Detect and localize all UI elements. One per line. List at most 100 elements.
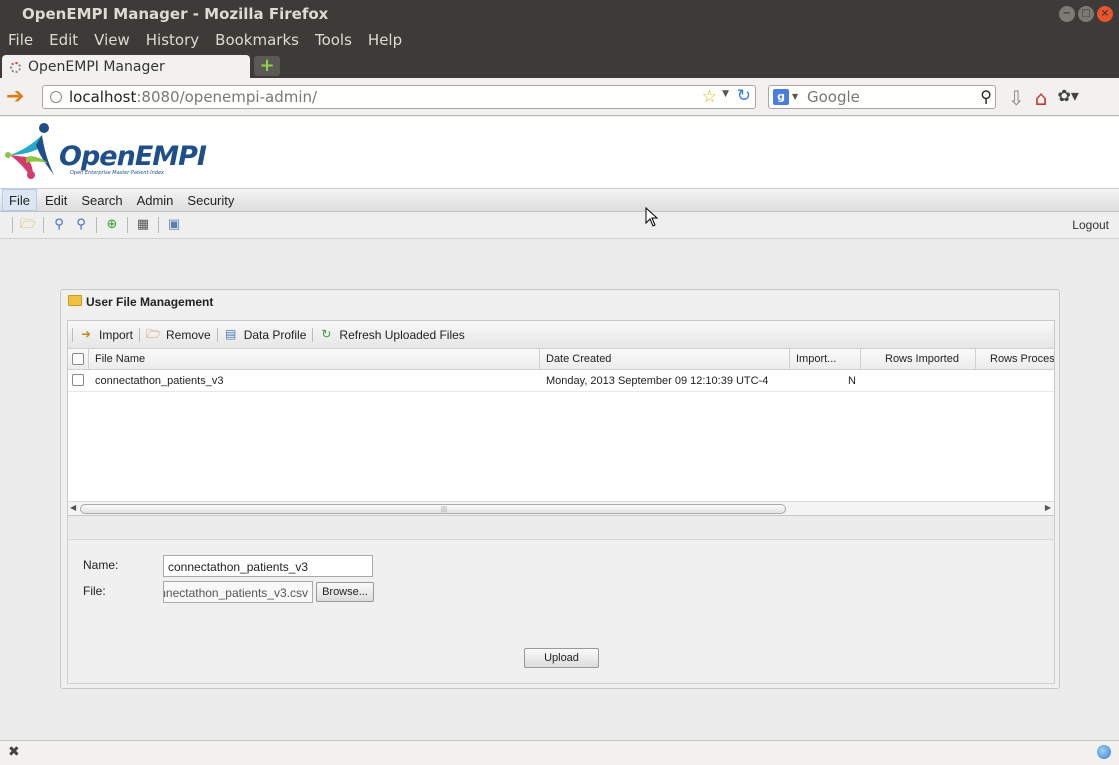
logo-wordmark: OpenEMPI — [59, 141, 207, 172]
folder-open-icon[interactable]: 🗁 — [19, 217, 37, 233]
column-rows-imported[interactable]: Rows Imported — [861, 349, 976, 370]
url-bar[interactable]: localhost:8080/openempi-admin/ ☆ ▼ ↻ — [42, 85, 756, 109]
app-menu-security[interactable]: Security — [181, 189, 240, 211]
refresh-label: Refresh Uploaded Files — [339, 327, 465, 342]
browser-menu-file[interactable]: File — [0, 28, 41, 54]
browser-statusbar: ✖ — [0, 740, 1119, 765]
remove-button[interactable]: 🗁 Remove — [140, 328, 217, 342]
app-menu-search[interactable]: Search — [75, 189, 128, 211]
user-file-management-panel: User File Management ➜ Import 🗁 Remove ▤… — [60, 289, 1060, 689]
browser-menu-help[interactable]: Help — [360, 28, 410, 54]
browser-menu-tools[interactable]: Tools — [307, 28, 360, 54]
scroll-right-icon[interactable]: ▶ — [1045, 503, 1051, 512]
url-path: :8080/openempi-admin/ — [136, 88, 318, 106]
select-all-checkbox[interactable] — [72, 353, 84, 365]
search-bar[interactable]: g ▼ Google ⚲ — [768, 85, 996, 109]
bookmark-star-icon[interactable]: ☆ — [702, 87, 717, 107]
cell-file-name: connectathon_patients_v3 — [95, 375, 224, 387]
browser-menu-history[interactable]: History — [138, 28, 207, 54]
close-statusbar-icon[interactable]: ✖ — [8, 744, 20, 760]
scroll-left-icon[interactable]: ◀ — [70, 503, 76, 512]
file-path-value: connectathon_patients_v3.csv — [164, 586, 308, 600]
table-row[interactable]: connectathon_patients_v3 Monday, 2013 Se… — [68, 370, 1054, 392]
maximize-button[interactable]: □ — [1078, 6, 1094, 22]
scrollbar-grip-icon: ||| — [441, 506, 448, 513]
file-label: File: — [83, 584, 106, 598]
browser-menu-edit[interactable]: Edit — [41, 28, 86, 54]
panel-title: User File Management — [86, 295, 214, 309]
download-icon[interactable]: ⇩ — [1008, 86, 1025, 110]
advanced-search-icon[interactable]: ⚲ — [72, 217, 90, 233]
column-date-created[interactable]: Date Created — [540, 349, 790, 370]
cell-imported: N — [848, 375, 856, 387]
logout-link[interactable]: Logout — [1072, 218, 1109, 232]
browser-menu-view[interactable]: View — [86, 28, 138, 54]
back-arrow-icon[interactable]: ➔ — [6, 86, 24, 108]
engine-dropdown-icon[interactable]: ▼ — [792, 92, 798, 101]
tab-openempi-manager[interactable]: OpenEMPI Manager — [2, 55, 250, 79]
identifier-icon[interactable]: ▦ — [134, 217, 152, 233]
name-field[interactable]: connectathon_patients_v3 — [163, 555, 373, 577]
url-host: localhost — [69, 88, 137, 106]
refresh-icon: ↻ — [321, 327, 332, 341]
data-profile-button[interactable]: ▤ Data Profile — [218, 328, 313, 342]
name-label: Name: — [83, 558, 119, 572]
grid-toolbar: ➜ Import 🗁 Remove ▤ Data Profile ↻ Refre… — [68, 321, 1054, 349]
minimize-button[interactable]: − — [1059, 6, 1075, 22]
globe-icon — [50, 91, 62, 103]
logo-figure-icon — [5, 123, 54, 179]
select-all-header — [68, 349, 89, 370]
app-header: OpenEMPI Open Enterprise Master Patient … — [0, 117, 1119, 188]
logo-tagline: Open Enterprise Master Patient Index — [70, 170, 164, 176]
app-menu-edit[interactable]: Edit — [39, 189, 73, 211]
app-toolbar: 🗁 ⚲ ⚲ ⊕ ▦ ▣ Logout — [0, 212, 1119, 239]
toolbar-separator — [127, 217, 128, 233]
import-icon: ➜ — [80, 327, 92, 341]
grid-header-row: File Name Date Created Import... Rows Im… — [68, 349, 1054, 370]
column-file-name[interactable]: File Name — [89, 349, 540, 370]
search-icon[interactable]: ⚲ — [50, 217, 68, 233]
column-rows-processed[interactable]: Rows Proces — [976, 349, 1054, 370]
search-placeholder: Google — [807, 88, 860, 106]
new-tab-button[interactable]: + — [254, 56, 280, 76]
row-checkbox[interactable] — [72, 374, 84, 386]
reload-icon[interactable]: ↻ — [737, 86, 751, 106]
window-controls: − □ × — [1059, 6, 1113, 22]
window-titlebar: OpenEMPI Manager - Mozilla Firefox − □ × — [0, 0, 1119, 28]
tab-label: OpenEMPI Manager — [28, 59, 165, 75]
network-status-icon — [1097, 745, 1111, 759]
app-menu-file[interactable]: File — [2, 189, 37, 211]
home-icon[interactable]: ⌂ — [1035, 86, 1048, 110]
file-path-field[interactable]: connectathon_patients_v3.csv — [163, 581, 313, 603]
browser-menu-bookmarks[interactable]: Bookmarks — [207, 28, 307, 54]
close-button[interactable]: × — [1097, 6, 1113, 22]
browser-menubar: File Edit View History Bookmarks Tools H… — [0, 28, 1119, 54]
upload-button[interactable]: Upload — [524, 648, 599, 668]
upload-form: Name: connectathon_patients_v3 File: con… — [67, 516, 1055, 684]
data-profile-label: Data Profile — [243, 327, 307, 342]
window-title: OpenEMPI Manager - Mozilla Firefox — [22, 5, 329, 23]
cell-date-created: Monday, 2013 September 09 12:10:39 UTC-4 — [546, 375, 769, 387]
navigation-toolbar: ➔ localhost:8080/openempi-admin/ ☆ ▼ ↻ g… — [0, 78, 1119, 116]
column-imported[interactable]: Import... — [790, 349, 861, 370]
search-icon[interactable]: ⚲ — [980, 87, 992, 106]
panel-header: User File Management — [61, 290, 1059, 314]
web-page: OpenEMPI Open Enterprise Master Patient … — [0, 117, 1119, 740]
addon-icon[interactable]: ✿▾ — [1057, 86, 1078, 110]
browse-button[interactable]: Browse... — [316, 582, 374, 602]
report-icon[interactable]: ▣ — [165, 217, 183, 233]
tab-strip: OpenEMPI Manager + — [0, 54, 1119, 79]
toolbar-separator — [43, 217, 44, 233]
import-label: Import — [99, 327, 134, 342]
toolbar-separator — [158, 217, 159, 233]
url-dropdown-icon[interactable]: ▼ — [722, 89, 729, 99]
nav-icons: ⇩ ⌂ ✿▾ — [1008, 86, 1079, 110]
horizontal-scrollbar[interactable]: ◀ ||| ▶ — [68, 501, 1054, 515]
google-engine-icon[interactable]: g — [773, 89, 789, 105]
add-icon[interactable]: ⊕ — [103, 217, 121, 233]
toolbar-separator — [12, 217, 13, 233]
scrollbar-thumb[interactable]: ||| — [80, 504, 786, 514]
refresh-uploaded-files-button[interactable]: ↻ Refresh Uploaded Files — [313, 328, 470, 342]
app-menu-admin[interactable]: Admin — [131, 189, 180, 211]
import-button[interactable]: ➜ Import — [73, 328, 139, 342]
